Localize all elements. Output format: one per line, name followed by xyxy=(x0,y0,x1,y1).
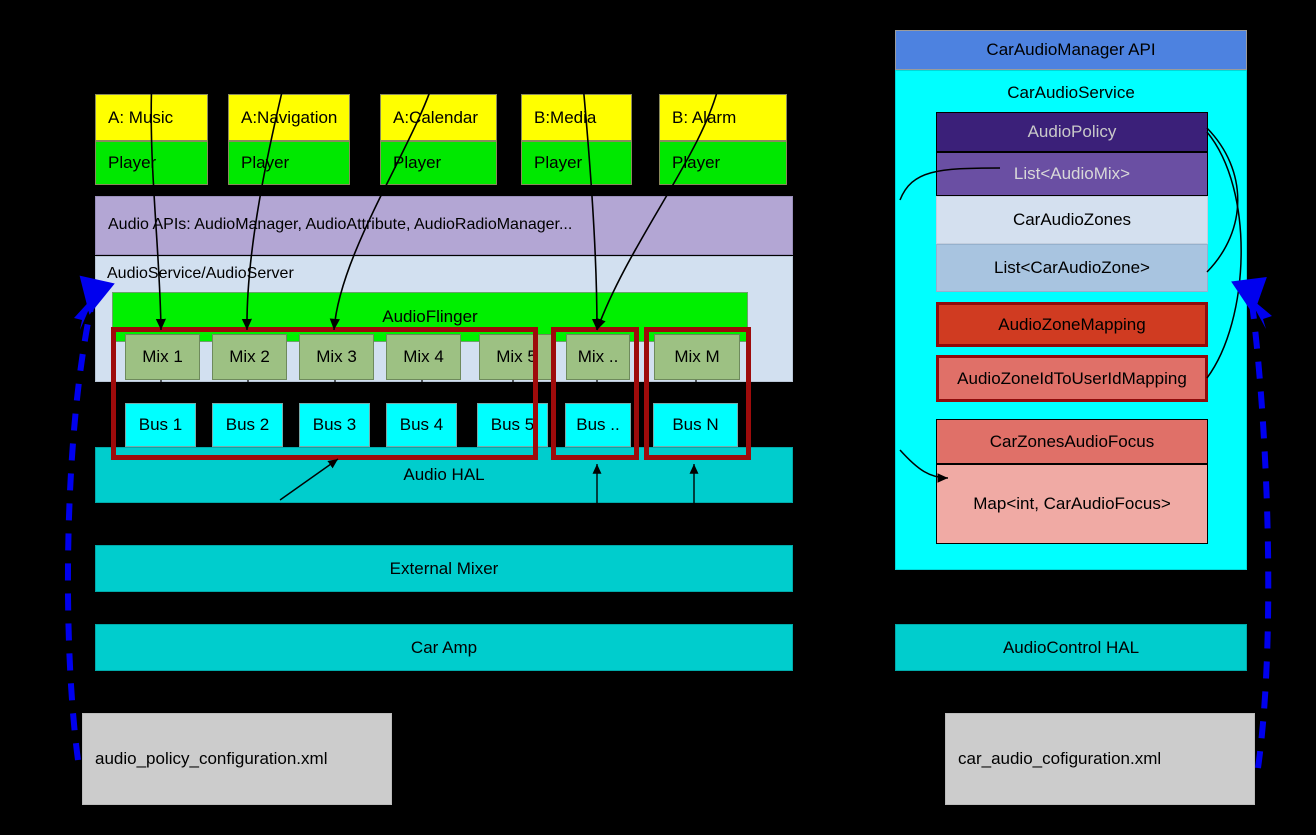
audio-zone-group-frame-primary xyxy=(111,327,538,460)
app-card-player-2: Player xyxy=(380,141,497,185)
app-card-title-1: A:Navigation xyxy=(228,94,350,141)
car-audio-service-label: CarAudioService xyxy=(1007,83,1135,103)
audio-policy-configuration-xml-box: audio_policy_configuration.xml xyxy=(82,713,392,805)
app-card-player-3: Player xyxy=(521,141,632,185)
app-card-player-0: Player xyxy=(95,141,208,185)
audio-service-label: AudioService/AudioServer xyxy=(107,264,294,282)
audio-zone-group-frame-middle xyxy=(551,327,639,460)
external-mixer-band: External Mixer xyxy=(95,545,793,592)
audio-mix-list-box: List<AudioMix> xyxy=(936,152,1208,196)
app-card-player-1: Player xyxy=(228,141,350,185)
diagram-canvas: A: Music Player A:Navigation Player A:Ca… xyxy=(0,0,1316,835)
car-zones-audio-focus-box: CarZonesAudioFocus xyxy=(936,419,1208,464)
app-card-title-2: A:Calendar xyxy=(380,94,497,141)
app-card-title-3: B:Media xyxy=(521,94,632,141)
car-audio-config-arrow xyxy=(1231,276,1272,769)
audio-policy-config-arrow xyxy=(64,275,115,761)
audio-policy-config-arrowhead xyxy=(74,295,95,330)
audio-zone-id-to-user-id-mapping-box: AudioZoneIdToUserIdMapping xyxy=(936,355,1208,402)
car-audio-zone-list-box: List<CarAudioZone> xyxy=(936,244,1208,292)
car-audio-focus-map-box: Map<int, CarAudioFocus> xyxy=(936,464,1208,544)
audio-policy-box: AudioPolicy xyxy=(936,112,1208,152)
app-card-title-4: B: Alarm xyxy=(659,94,787,141)
audio-zone-mapping-box: AudioZoneMapping xyxy=(936,302,1208,347)
app-card-player-4: Player xyxy=(659,141,787,185)
audio-zone-group-frame-last xyxy=(644,327,751,460)
audio-control-hal-band: AudioControl HAL xyxy=(895,624,1247,671)
car-audio-manager-api-header: CarAudioManager API xyxy=(895,30,1247,70)
car-audio-config-arrowhead xyxy=(1248,296,1272,329)
car-audio-configuration-xml-box: car_audio_cofiguration.xml xyxy=(945,713,1255,805)
car-audio-zones-box: CarAudioZones xyxy=(936,196,1208,244)
car-amp-band: Car Amp xyxy=(95,624,793,671)
audio-apis-band: Audio APIs: AudioManager, AudioAttribute… xyxy=(95,196,793,255)
app-card-title-0: A: Music xyxy=(95,94,208,141)
